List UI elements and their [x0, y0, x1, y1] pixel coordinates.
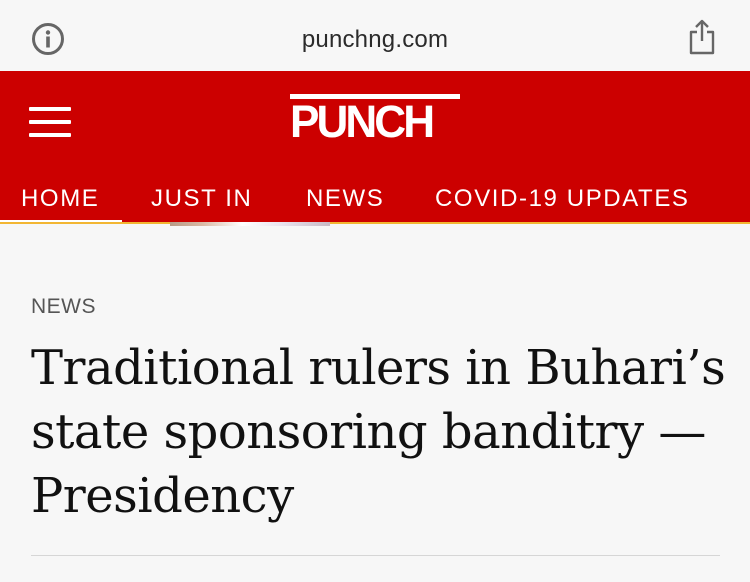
hamburger-menu-icon[interactable]: [29, 107, 71, 137]
browser-url-bar: punchng.com: [0, 0, 750, 71]
nav-item-news[interactable]: NEWS: [306, 185, 384, 213]
logo-text: PUNCH: [290, 96, 435, 147]
article-headline: Traditional rulers in Buhari’s state spo…: [31, 336, 731, 528]
hero-image-edge: [170, 222, 330, 226]
nav-item-covid-19-updates[interactable]: COVID-19 UPDATES: [435, 185, 690, 213]
main-nav: HOME JUST IN NEWS COVID-19 UPDATES: [0, 177, 750, 224]
nav-item-home[interactable]: HOME: [21, 185, 99, 213]
headline-line: state sponsoring banditry —: [31, 404, 706, 460]
site-header: PUNCH HOME JUST IN NEWS COVID-19 UPDATES: [0, 71, 750, 224]
headline-line: Traditional rulers in Buhari’s: [31, 340, 726, 396]
share-icon[interactable]: [688, 18, 716, 56]
nav-item-just-in[interactable]: JUST IN: [151, 185, 252, 213]
punch-logo[interactable]: PUNCH: [290, 94, 462, 146]
article-category[interactable]: NEWS: [31, 295, 96, 319]
divider: [31, 555, 720, 556]
headline-line: Presidency: [31, 468, 294, 524]
header-accent-line: [0, 222, 750, 224]
url-text[interactable]: punchng.com: [0, 26, 750, 54]
